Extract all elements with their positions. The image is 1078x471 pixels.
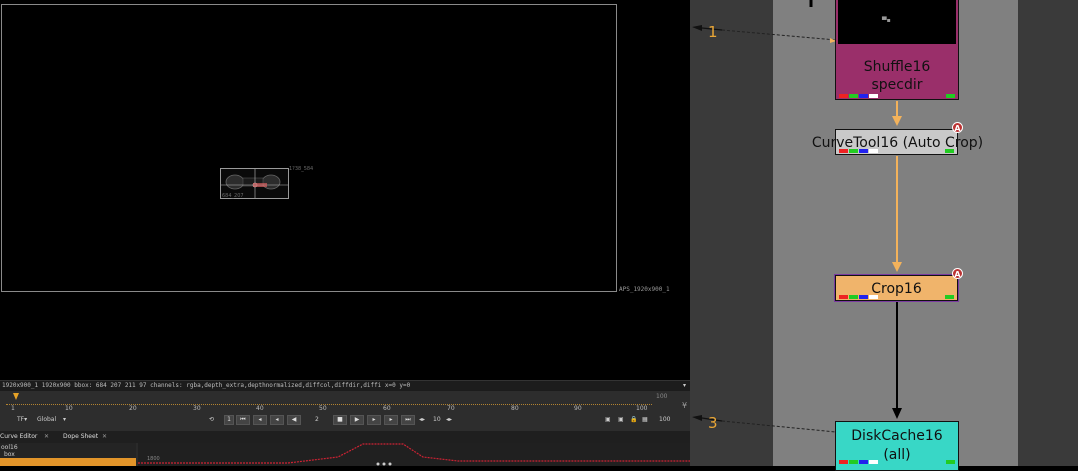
node-diskcache16[interactable]: DiskCache16 (all): [835, 421, 959, 471]
increment-field[interactable]: 10: [433, 416, 441, 423]
viewer-info-text: 1920x900_1 1920x900 bbox: 684 207 211 97…: [2, 382, 411, 389]
channel-indicators: [839, 460, 878, 464]
autolabel-badge-icon: A: [952, 122, 963, 133]
go-to-end-button[interactable]: ⏭: [401, 415, 415, 425]
channel-indicator: [946, 460, 955, 464]
tf-dropdown[interactable]: TF▾: [17, 416, 27, 423]
monitor-icon[interactable]: ▣: [605, 416, 611, 423]
viewer-info-bar: 1920x900_1 1920x900 bbox: 684 207 211 97…: [0, 380, 690, 391]
grid-icon[interactable]: ▦: [642, 416, 648, 423]
tree-item-selected[interactable]: [0, 458, 136, 466]
curve-graph[interactable]: [138, 443, 690, 466]
tick-label: 30: [193, 405, 201, 412]
stop-button[interactable]: ■: [333, 415, 347, 425]
annotation-number: 3: [708, 414, 718, 432]
tick-label: 80: [511, 405, 519, 412]
node-label: CurveTool16 (Auto Crop): [811, 135, 984, 151]
close-icon[interactable]: ✕: [44, 433, 49, 440]
channel-indicators: [839, 295, 878, 299]
graph-axis-label: 1800: [147, 456, 160, 462]
tick-label: 10: [65, 405, 73, 412]
play-forward-button[interactable]: ▶: [350, 415, 364, 425]
bbox-bottom-left-label: 684_207: [222, 193, 244, 199]
tab-curve-editor[interactable]: Curve Editor: [0, 433, 37, 440]
node-label: DiskCache16: [851, 428, 943, 444]
play-backward-button[interactable]: ◀: [287, 415, 301, 425]
global-dropdown[interactable]: Global: [37, 416, 56, 423]
step-back-increment-button[interactable]: ◂: [253, 415, 267, 425]
fps-field[interactable]: 1: [224, 415, 234, 425]
loop-icon[interactable]: ⟲: [209, 416, 214, 423]
info-bar-dropdown-icon[interactable]: ▾: [683, 382, 686, 389]
channel-indicators: [839, 149, 878, 153]
annotation-number: 1: [708, 23, 718, 41]
chevron-down-icon[interactable]: ▾: [63, 416, 66, 423]
node-crop16[interactable]: Crop16: [834, 274, 959, 302]
panel-tabs: Curve Editor ✕ Dope Sheet ✕: [0, 431, 690, 443]
tick-label: 50: [319, 405, 327, 412]
tick-label: 100: [636, 405, 648, 412]
tick-label: 70: [447, 405, 455, 412]
go-to-start-button[interactable]: ⏮: [236, 415, 250, 425]
node-thumbnail: ▀▪: [838, 0, 956, 44]
increment-arrows-icon[interactable]: ◂▸: [419, 416, 425, 423]
node-curvetool16[interactable]: CurveTool16 (Auto Crop): [812, 129, 983, 155]
step-back-button[interactable]: ◂: [270, 415, 284, 425]
timeline-ruler[interactable]: [6, 401, 652, 405]
node-sublabel: specdir: [871, 77, 923, 93]
tree-item[interactable]: ool16: [1, 444, 18, 451]
tick-label: 90: [574, 405, 582, 412]
channel-indicators: [839, 94, 878, 98]
autolabel-badge-icon: A: [952, 268, 963, 279]
current-frame-marker-icon[interactable]: [13, 393, 19, 400]
end-frame-field[interactable]: 100: [659, 416, 670, 423]
format-label: APS_1920x900_1: [619, 286, 670, 293]
monitor-icon[interactable]: ▣: [618, 416, 624, 423]
increment-arrows-icon[interactable]: ◂▸: [446, 416, 452, 423]
tick-label: 20: [129, 405, 137, 412]
node-label: Shuffle16: [863, 59, 931, 75]
bbox-top-right-label: 1?38_584: [289, 166, 314, 172]
tab-dope-sheet[interactable]: Dope Sheet: [63, 433, 98, 440]
thumbnail-mark: ▀▪: [882, 17, 891, 24]
format-frame: [1, 4, 617, 292]
step-forward-increment-button[interactable]: ▸: [384, 415, 398, 425]
viewer-canvas[interactable]: 1?38_584 684_207 APS_1920x900_1: [0, 0, 690, 380]
lock-icon[interactable]: 🔒: [630, 416, 637, 423]
channel-indicator: [946, 94, 955, 98]
timeline-menu-icon[interactable]: ¥: [682, 401, 687, 410]
timeline[interactable]: 1 10 20 30 40 50 60 70 80 90 100 100 ¥ T…: [0, 391, 690, 431]
channel-indicator: [945, 295, 954, 299]
tick-label: 40: [256, 405, 264, 412]
frame-field[interactable]: 2: [315, 416, 319, 423]
node-shuffle16[interactable]: ▀▪ Shuffle16 specdir: [835, 0, 959, 100]
close-icon[interactable]: ✕: [102, 433, 107, 440]
channel-indicator: [945, 149, 954, 153]
tree-item[interactable]: box: [4, 451, 15, 458]
tick-label: 60: [383, 405, 391, 412]
step-forward-button[interactable]: ▸: [367, 415, 381, 425]
tick-label: 1: [11, 405, 15, 412]
end-frame-label: 100: [656, 393, 668, 400]
